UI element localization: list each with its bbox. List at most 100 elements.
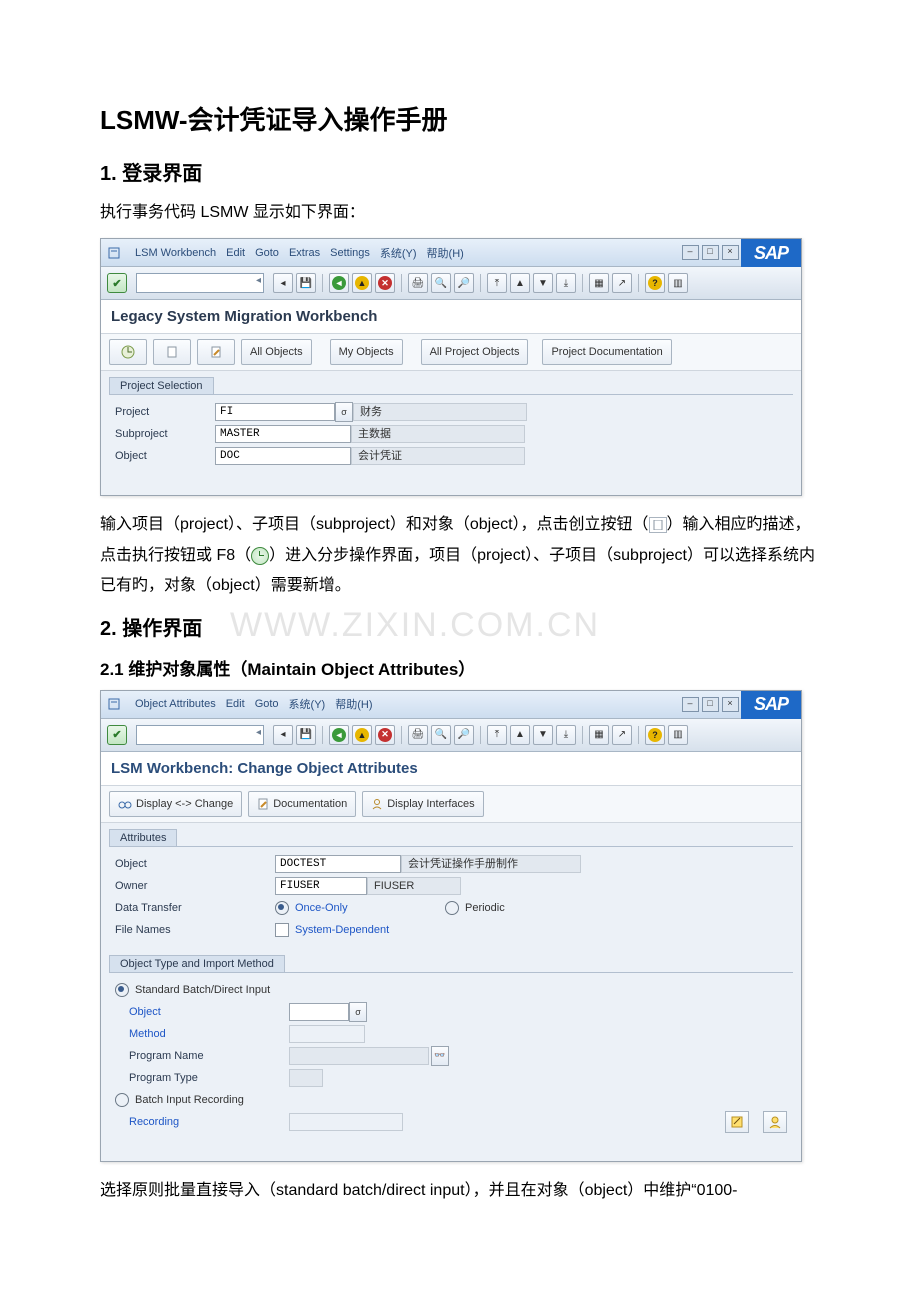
display-interfaces-button[interactable]: Display Interfaces [362, 791, 483, 817]
system-dependent-label: System-Dependent [295, 924, 389, 936]
minimize-icon[interactable]: – [682, 697, 699, 712]
standard-batch-radio[interactable] [115, 983, 129, 997]
command-field[interactable] [136, 725, 264, 745]
glasses-icon[interactable]: 👓 [431, 1046, 449, 1066]
sap-logo: SAP [741, 691, 801, 719]
save-icon[interactable]: 💾 [296, 725, 316, 745]
last-page-icon[interactable]: ⤓ [556, 725, 576, 745]
find-next-icon[interactable]: 🔎 [454, 273, 474, 293]
first-page-icon[interactable]: ⤒ [487, 725, 507, 745]
periodic-label: Periodic [465, 902, 505, 914]
command-field[interactable] [136, 273, 264, 293]
menu-item[interactable]: Edit [226, 698, 245, 710]
object-desc: 会计凭证 [351, 447, 525, 465]
attr-owner-value: FIUSER [275, 877, 367, 895]
method-object-input[interactable] [289, 1003, 349, 1021]
exit-icon[interactable]: ▲ [352, 273, 372, 293]
change-button[interactable] [197, 339, 235, 365]
system-dependent-checkbox[interactable] [275, 923, 289, 937]
dropdown-icon[interactable]: ◂ [273, 725, 293, 745]
user-icon [371, 798, 383, 810]
standard-toolbar: ✔ ◂ 💾 ◄ ▲ ✕ 🖨 🔍 🔎 ⤒ ▲ ▼ ⤓ ▦ ↗ ? ▥ [101, 267, 801, 300]
menu-item[interactable]: Edit [226, 247, 245, 259]
attr-object-desc[interactable]: 会计凭证操作手册制作 [401, 855, 581, 873]
batch-input-recording-radio[interactable] [115, 1093, 129, 1107]
print-icon[interactable]: 🖨 [408, 273, 428, 293]
method-method-input[interactable] [289, 1025, 365, 1043]
documentation-button[interactable]: Documentation [248, 791, 356, 817]
help-icon[interactable]: ? [645, 725, 665, 745]
next-page-icon[interactable]: ▼ [533, 725, 553, 745]
menu-item[interactable]: Goto [255, 698, 279, 710]
once-only-radio[interactable] [275, 901, 289, 915]
object-label: Object [115, 450, 215, 462]
app-toolbar: All Objects My Objects All Project Objec… [101, 334, 801, 371]
print-icon[interactable]: 🖨 [408, 725, 428, 745]
menu-item[interactable]: Settings [330, 247, 370, 259]
execute-button[interactable] [109, 339, 147, 365]
shortcut-icon[interactable]: ↗ [612, 273, 632, 293]
find-icon[interactable]: 🔍 [431, 273, 451, 293]
display-change-button[interactable]: Display <-> Change [109, 791, 242, 817]
program-type-value [289, 1069, 323, 1087]
create-button[interactable] [153, 339, 191, 365]
all-objects-button[interactable]: All Objects [241, 339, 312, 365]
minimize-icon[interactable]: – [682, 245, 699, 260]
periodic-radio[interactable] [445, 901, 459, 915]
close-icon[interactable]: × [722, 697, 739, 712]
exit-icon[interactable]: ▲ [352, 725, 372, 745]
menu-item[interactable]: Extras [289, 247, 320, 259]
menu-item[interactable]: Object Attributes [135, 698, 216, 710]
save-icon[interactable]: 💾 [296, 273, 316, 293]
project-label: Project [115, 406, 215, 418]
enter-icon[interactable]: ✔ [107, 725, 127, 745]
next-page-icon[interactable]: ▼ [533, 273, 553, 293]
all-project-objects-button[interactable]: All Project Objects [421, 339, 529, 365]
project-input[interactable]: FI [215, 403, 335, 421]
cancel-icon[interactable]: ✕ [375, 273, 395, 293]
menu-item[interactable]: 系统(Y) [289, 696, 326, 712]
prev-page-icon[interactable]: ▲ [510, 273, 530, 293]
maximize-icon[interactable]: □ [702, 697, 719, 712]
project-documentation-button[interactable]: Project Documentation [542, 339, 671, 365]
session-icon [107, 697, 121, 711]
menu-item[interactable]: Goto [255, 247, 279, 259]
object-input[interactable]: DOC [215, 447, 351, 465]
execute-icon [251, 547, 269, 565]
program-type-label: Program Type [129, 1072, 289, 1084]
program-name-label: Program Name [129, 1050, 289, 1062]
shortcut-icon[interactable]: ↗ [612, 725, 632, 745]
sap-logo: SAP [741, 239, 801, 267]
menu-item[interactable]: 帮助(H) [427, 245, 464, 261]
recordings-overview-icon[interactable] [725, 1111, 749, 1133]
back-icon[interactable]: ◄ [329, 273, 349, 293]
help-icon[interactable]: ? [645, 273, 665, 293]
back-icon[interactable]: ◄ [329, 725, 349, 745]
dropdown-icon[interactable]: ◂ [273, 273, 293, 293]
last-page-icon[interactable]: ⤓ [556, 273, 576, 293]
session-icon [107, 246, 121, 260]
maximize-icon[interactable]: □ [702, 245, 719, 260]
first-page-icon[interactable]: ⤒ [487, 273, 507, 293]
layout-icon[interactable]: ▥ [668, 273, 688, 293]
layout-icon[interactable]: ▥ [668, 725, 688, 745]
f4-help-icon[interactable]: σ [349, 1002, 367, 1022]
find-next-icon[interactable]: 🔎 [454, 725, 474, 745]
menu-item[interactable]: 系统(Y) [380, 245, 417, 261]
cancel-icon[interactable]: ✕ [375, 725, 395, 745]
new-session-icon[interactable]: ▦ [589, 273, 609, 293]
subproject-input[interactable]: MASTER [215, 425, 351, 443]
close-icon[interactable]: × [722, 245, 739, 260]
menubar: Object Attributes Edit Goto 系统(Y) 帮助(H) [101, 691, 679, 719]
enter-icon[interactable]: ✔ [107, 273, 127, 293]
prev-page-icon[interactable]: ▲ [510, 725, 530, 745]
create-icon [649, 517, 667, 533]
f4-help-icon[interactable]: σ [335, 402, 353, 422]
menu-item[interactable]: 帮助(H) [335, 696, 372, 712]
my-objects-button[interactable]: My Objects [330, 339, 403, 365]
find-icon[interactable]: 🔍 [431, 725, 451, 745]
user-icon[interactable] [763, 1111, 787, 1133]
menu-item[interactable]: LSM Workbench [135, 247, 216, 259]
new-session-icon[interactable]: ▦ [589, 725, 609, 745]
paragraph-3: 选择原则批量直接导入（standard batch/direct input），… [100, 1176, 820, 1206]
